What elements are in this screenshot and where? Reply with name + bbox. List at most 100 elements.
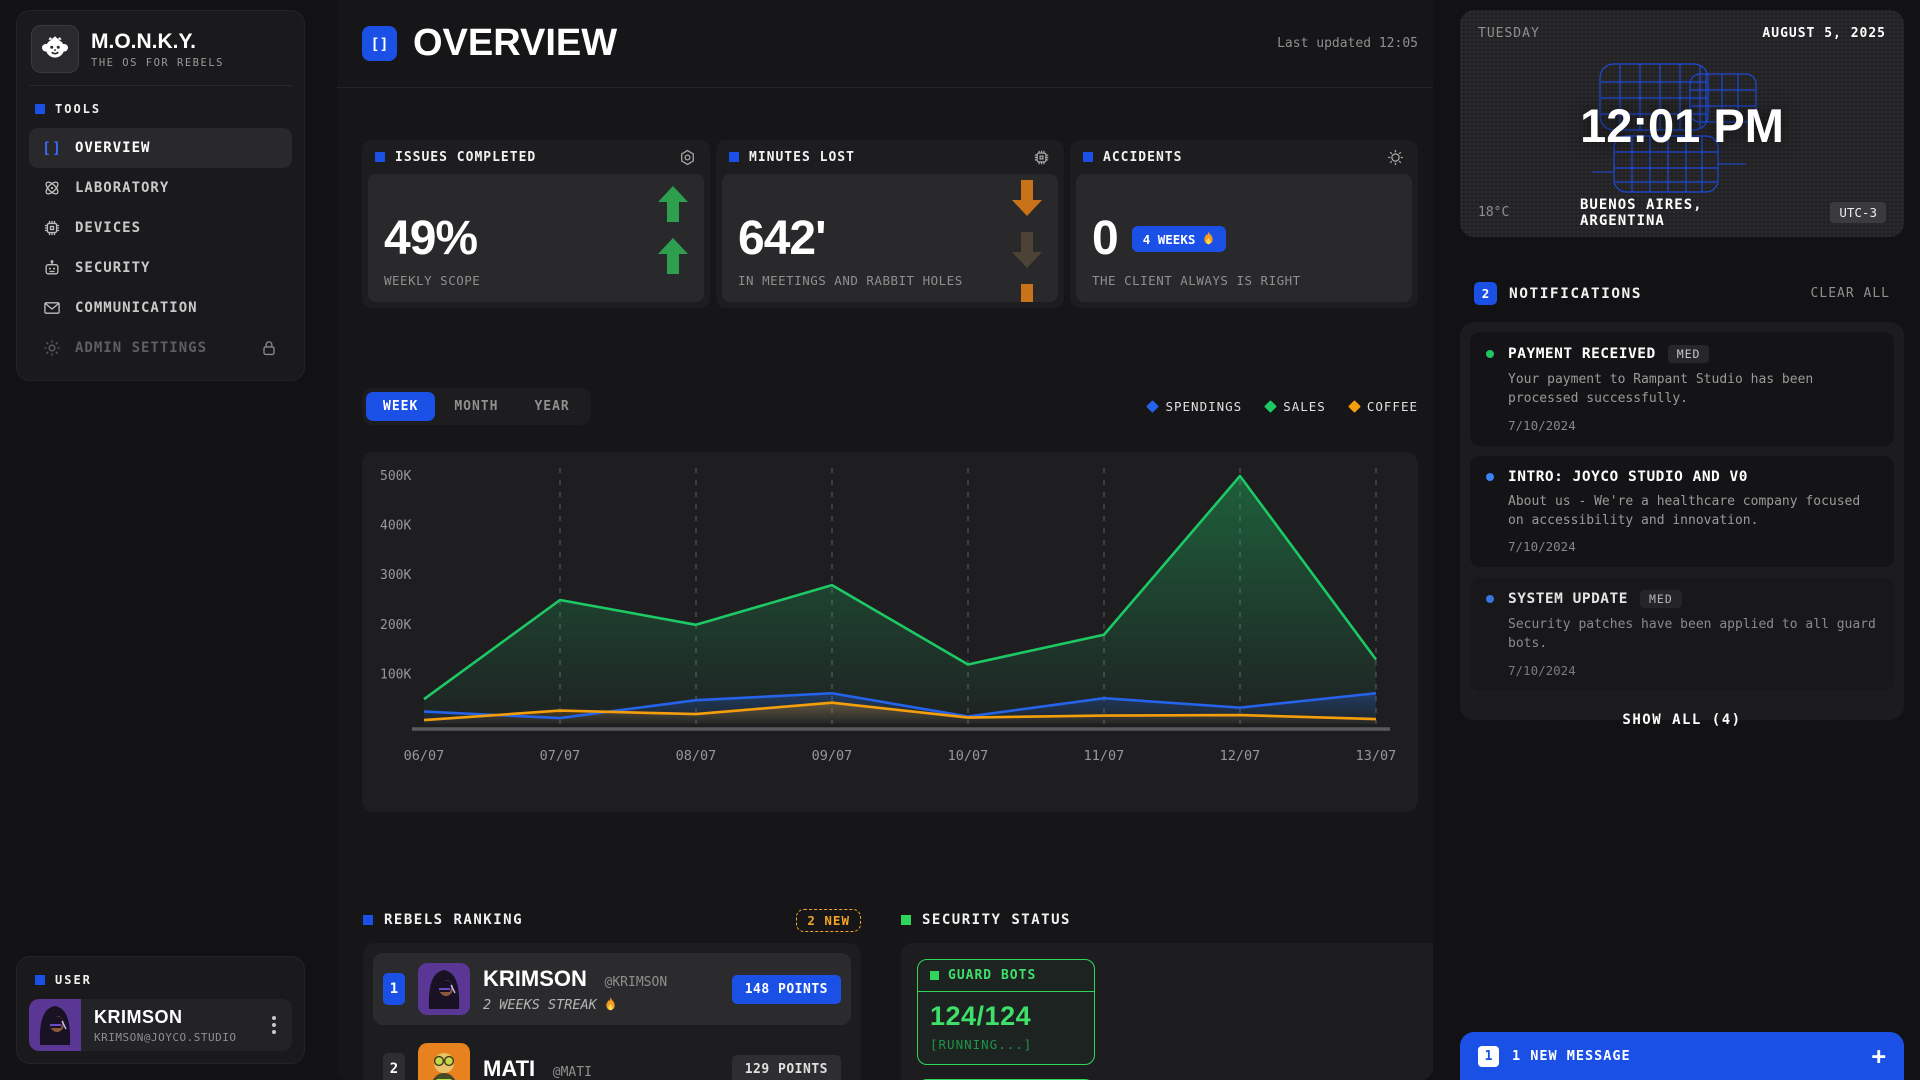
notification-card[interactable]: PAYMENT RECEIVED MED Your payment to Ram… <box>1470 332 1894 446</box>
weekday: TUESDAY <box>1478 26 1540 41</box>
legend-coffee[interactable]: COFFEE <box>1350 399 1418 414</box>
notification-title: PAYMENT RECEIVED <box>1508 346 1656 362</box>
location: BUENOS AIRES, ARGENTINA <box>1580 197 1784 229</box>
sidebar-item-devices[interactable]: DEVICES <box>29 208 292 248</box>
tab-week[interactable]: WEEK <box>366 392 435 421</box>
flame-icon <box>604 997 617 1013</box>
svg-text:09/07: 09/07 <box>812 748 853 764</box>
svg-text:400K: 400K <box>380 519 411 534</box>
notification-body: Security patches have been applied to al… <box>1508 616 1878 654</box>
sidebar-item-overview[interactable]: [] OVERVIEW <box>29 128 292 168</box>
page-title: OVERVIEW <box>413 22 617 65</box>
status-dot <box>1486 473 1494 481</box>
new-message-bar[interactable]: 1 1 NEW MESSAGE + <box>1460 1032 1904 1080</box>
notification-title: INTRO: JOYCO STUDIO AND V0 <box>1508 469 1748 485</box>
hex-nut-icon[interactable] <box>678 148 697 167</box>
svg-text:300K: 300K <box>380 568 411 583</box>
plus-icon[interactable]: + <box>1872 1044 1886 1068</box>
svg-text:200K: 200K <box>380 618 411 633</box>
priority-tag: MED <box>1640 590 1682 608</box>
brackets-icon: [] <box>362 26 397 61</box>
svg-text:07/07: 07/07 <box>540 748 581 764</box>
legend-spendings[interactable]: SPENDINGS <box>1148 399 1242 414</box>
ranking-title: REBELS RANKING <box>384 912 523 928</box>
stat-label: ISSUES COMPLETED <box>395 150 536 165</box>
rank-number: 2 <box>383 1053 405 1080</box>
stat-label: ACCIDENTS <box>1103 150 1182 165</box>
rebel-handle: @KRIMSON <box>605 975 668 990</box>
stat-label: MINUTES LOST <box>749 150 855 165</box>
blue-square-bullet <box>1083 152 1093 162</box>
notifications-header: 2 NOTIFICATIONS CLEAR ALL <box>1474 282 1890 305</box>
blue-square-bullet <box>363 915 373 925</box>
trend-down-arrows <box>1012 180 1042 302</box>
security-panel: GUARD BOTS 124/124 [RUNNING...] FIREWALL <box>901 943 1433 1080</box>
diamond-icon <box>1147 400 1160 413</box>
green-square-bullet <box>930 971 939 980</box>
user-label: USER <box>55 973 92 987</box>
chip-icon <box>42 218 62 238</box>
tab-month[interactable]: MONTH <box>437 392 515 421</box>
sidebar-item-laboratory[interactable]: LABORATORY <box>29 168 292 208</box>
notifications-count-badge: 2 <box>1474 282 1497 305</box>
stats-row: ISSUES COMPLETED 49% WEEKLY SCOPE MINUTE… <box>362 140 1418 308</box>
blue-square-bullet <box>35 104 45 114</box>
notifications-title: NOTIFICATIONS <box>1509 286 1642 302</box>
weekly-chart-card: 100K200K300K400K500K06/0707/0708/0709/07… <box>362 452 1418 812</box>
sidebar-item-security[interactable]: SECURITY <box>29 248 292 288</box>
chart-controls: WEEK MONTH YEAR SPENDINGS SALES COFFEE <box>362 388 1418 425</box>
rebels-ranking-section: REBELS RANKING 2 NEW 1 <box>363 905 861 1080</box>
clear-all-button[interactable]: CLEAR ALL <box>1811 286 1890 301</box>
legend-sales[interactable]: SALES <box>1266 399 1326 414</box>
svg-text:08/07: 08/07 <box>676 748 717 764</box>
monkey-logo-icon <box>31 25 79 73</box>
rebel-name: MATI <box>483 1056 535 1080</box>
sidebar-item-admin-settings[interactable]: ADMIN SETTINGS <box>29 328 292 368</box>
envelope-icon <box>42 298 62 318</box>
streak-badge: 4 WEEKS <box>1132 226 1227 252</box>
sidebar-item-label: OVERVIEW <box>75 140 150 156</box>
ranking-row-1[interactable]: 1 KRIMSON @KRIMSON <box>373 953 851 1025</box>
message-label: 1 NEW MESSAGE <box>1512 1048 1631 1064</box>
app-logo: M.O.N.K.Y. THE OS FOR REBELS <box>29 23 292 86</box>
svg-text:12/07: 12/07 <box>1220 748 1261 764</box>
show-all-button[interactable]: SHOW ALL (4) <box>1470 701 1894 732</box>
stat-caption: WEEKLY SCOPE <box>384 273 688 288</box>
brackets-icon: [] <box>42 139 62 157</box>
chart-legend: SPENDINGS SALES COFFEE <box>1148 399 1418 414</box>
message-count-badge: 1 <box>1478 1046 1499 1067</box>
svg-text:11/07: 11/07 <box>1084 748 1125 764</box>
notification-card[interactable]: INTRO: JOYCO STUDIO AND V0 About us - We… <box>1470 456 1894 568</box>
user-email: KRIMSON@JOYCO.STUDIO <box>94 1031 256 1044</box>
sidebar-item-label: COMMUNICATION <box>75 300 198 316</box>
flame-icon <box>1202 231 1215 247</box>
temperature: 18°C <box>1478 205 1509 220</box>
sidebar-item-label: ADMIN SETTINGS <box>75 340 207 356</box>
chip-icon[interactable] <box>1032 148 1051 167</box>
ranking-row-2[interactable]: 2 MATI @MATI 129 POINTS <box>373 1033 851 1080</box>
page-header: [] OVERVIEW Last updated 12:05 <box>337 0 1433 88</box>
stat-caption: IN MEETINGS AND RABBIT HOLES <box>738 273 1042 288</box>
user-name: KRIMSON <box>94 1007 256 1028</box>
points-badge: 129 POINTS <box>732 1055 841 1080</box>
app-tagline: THE OS FOR REBELS <box>91 57 224 69</box>
new-count-badge: 2 NEW <box>796 909 861 932</box>
kebab-menu-icon[interactable] <box>272 1023 276 1027</box>
current-time: 12:01 PM <box>1460 98 1904 153</box>
last-updated: Last updated 12:05 <box>1277 36 1418 51</box>
user-card[interactable]: KRIMSON KRIMSON@JOYCO.STUDIO <box>29 999 292 1051</box>
diamond-icon <box>1264 400 1277 413</box>
tab-year[interactable]: YEAR <box>517 392 586 421</box>
notification-body: Your payment to Rampant Studio has been … <box>1508 371 1878 409</box>
avatar <box>418 1043 470 1080</box>
notification-title: SYSTEM UPDATE <box>1508 591 1628 607</box>
sun-gear-icon[interactable] <box>1386 148 1405 167</box>
notification-card[interactable]: SYSTEM UPDATE MED Security patches have … <box>1470 577 1894 691</box>
notification-date: 7/10/2024 <box>1508 663 1878 678</box>
rebel-streak: 2 WEEKS STREAK <box>483 997 667 1013</box>
notifications-panel: PAYMENT RECEIVED MED Your payment to Ram… <box>1460 322 1904 720</box>
diamond-icon <box>1348 400 1361 413</box>
ranking-list: 1 KRIMSON @KRIMSON <box>363 943 861 1080</box>
sidebar-item-communication[interactable]: COMMUNICATION <box>29 288 292 328</box>
date: AUGUST 5, 2025 <box>1762 26 1886 41</box>
